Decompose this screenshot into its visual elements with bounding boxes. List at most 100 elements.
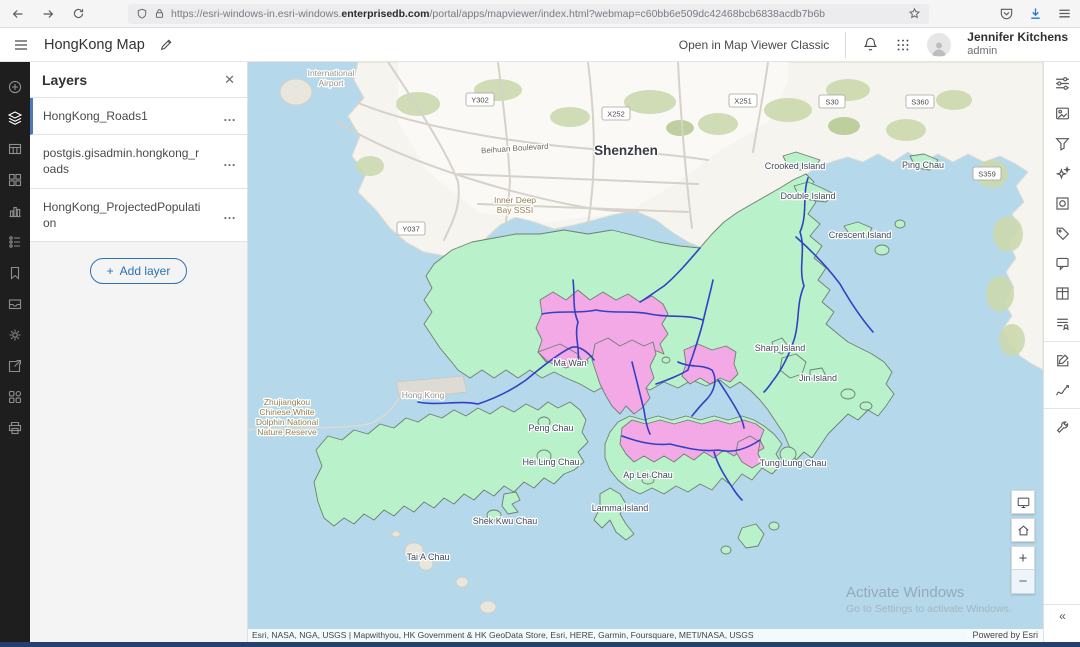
layers-panel: Layers ✕ HongKong_Roads1 … postgis.gisad…: [30, 62, 248, 642]
layer-options-icon[interactable]: …: [223, 154, 237, 169]
add-circle-icon[interactable]: [0, 71, 30, 102]
svg-text:Bay SSSI: Bay SSSI: [497, 205, 533, 215]
layer-row-projected-population[interactable]: HongKong_ProjectedPopulation …: [30, 189, 247, 242]
svg-text:Inner Deep: Inner Deep: [494, 195, 536, 205]
svg-text:Hei Ling Chau: Hei Ling Chau: [522, 457, 579, 467]
legend-icon[interactable]: [0, 226, 30, 257]
map-properties-gear-icon[interactable]: [0, 319, 30, 350]
tools-wrench-icon[interactable]: [1044, 412, 1080, 442]
svg-text:Peng Chau: Peng Chau: [528, 423, 573, 433]
browser-toolbar: https://esri-windows-in.esri-windows.ent…: [0, 0, 1080, 28]
forms-icon[interactable]: [1044, 308, 1080, 338]
svg-text:Crooked Island: Crooked Island: [765, 161, 826, 171]
settings-toolbar: «: [1043, 62, 1080, 642]
svg-text:Double Island: Double Island: [780, 191, 835, 201]
svg-text:Shenzhen: Shenzhen: [594, 143, 658, 158]
address-bar[interactable]: https://esri-windows-in.esri-windows.ent…: [128, 4, 929, 24]
layer-options-icon[interactable]: …: [223, 207, 237, 222]
presentation-icon[interactable]: [1011, 490, 1035, 514]
svg-text:Y037: Y037: [402, 225, 420, 234]
page-title: HongKong Map: [44, 37, 145, 53]
svg-text:Hong Kong: Hong Kong: [402, 390, 445, 400]
svg-text:Lamma Island: Lamma Island: [592, 503, 649, 513]
svg-text:X251: X251: [734, 97, 752, 106]
svg-text:Tung Lung Chau: Tung Lung Chau: [760, 458, 827, 468]
svg-text:International: International: [308, 68, 355, 78]
basemap-icon[interactable]: [0, 164, 30, 195]
map-controls: + −: [1011, 490, 1035, 594]
tables-icon[interactable]: [0, 133, 30, 164]
window-bottom-edge: [0, 642, 1080, 647]
svg-text:Y302: Y302: [471, 96, 489, 105]
svg-text:Shek Kwu Chau: Shek Kwu Chau: [473, 516, 538, 526]
layer-name: postgis.gisadmin.hongkong_roads: [43, 145, 203, 177]
tracking-shield-icon: [136, 8, 148, 20]
edit-icon[interactable]: [1044, 345, 1080, 375]
browser-menu-icon[interactable]: [1057, 6, 1072, 21]
svg-text:Ping Chau: Ping Chau: [902, 160, 944, 170]
svg-text:Ap Lei Chau: Ap Lei Chau: [623, 470, 673, 480]
open-classic-link[interactable]: Open in Map Viewer Classic: [679, 38, 830, 52]
zoom-out-button[interactable]: −: [1011, 570, 1035, 594]
properties-icon[interactable]: [1044, 68, 1080, 98]
map-canvas[interactable]: Y302 X252 X251 S30 S360 S359 Y037 Intern…: [248, 62, 1043, 642]
contents-toolbar: [0, 62, 30, 642]
app-menu-icon[interactable]: [12, 36, 30, 54]
add-layer-button[interactable]: + Add layer: [90, 258, 188, 284]
save-icon[interactable]: [0, 288, 30, 319]
filter-icon[interactable]: [1044, 128, 1080, 158]
layer-options-icon[interactable]: …: [223, 109, 237, 124]
svg-text:Sharp Island: Sharp Island: [755, 343, 806, 353]
fields-icon[interactable]: [1044, 278, 1080, 308]
layer-row-hongkong-roads1[interactable]: HongKong_Roads1 …: [30, 98, 247, 135]
back-icon[interactable]: [8, 4, 28, 24]
pocket-icon[interactable]: [999, 6, 1014, 21]
user-role: admin: [967, 45, 1068, 58]
bookmark-star-icon[interactable]: [908, 7, 921, 20]
collapse-toolbar-button[interactable]: «: [1044, 604, 1080, 626]
svg-text:Tai A Chau: Tai A Chau: [406, 552, 449, 562]
labels-icon[interactable]: [1044, 218, 1080, 248]
layer-name: HongKong_Roads1: [43, 108, 203, 124]
layers-panel-title: Layers: [42, 72, 87, 88]
svg-text:Dolphin National: Dolphin National: [256, 417, 318, 427]
svg-text:S359: S359: [978, 170, 996, 179]
print-icon[interactable]: [0, 412, 30, 443]
apps-icon[interactable]: [0, 381, 30, 412]
plus-icon: +: [107, 264, 114, 278]
map-svg: Y302 X252 X251 S30 S360 S359 Y037 Intern…: [248, 62, 1043, 642]
forward-icon[interactable]: [38, 4, 58, 24]
svg-text:Airport: Airport: [318, 78, 344, 88]
svg-text:Ma Wan: Ma Wan: [553, 358, 586, 368]
share-icon[interactable]: [0, 350, 30, 381]
home-icon[interactable]: [1011, 518, 1035, 542]
pop-ups-icon[interactable]: [1044, 248, 1080, 278]
reload-icon[interactable]: [68, 4, 88, 24]
avatar[interactable]: [927, 33, 951, 57]
svg-text:Nature Reserve: Nature Reserve: [257, 427, 317, 437]
styles-icon[interactable]: [1044, 98, 1080, 128]
layers-icon[interactable]: [0, 102, 30, 133]
attribution-bar: Esri, NASA, NGA, USGS | Mapwithyou, HK G…: [248, 629, 1043, 642]
app-launcher-icon[interactable]: [895, 37, 911, 53]
aggregation-icon[interactable]: [1044, 188, 1080, 218]
bookmarks-icon[interactable]: [0, 257, 30, 288]
measure-icon[interactable]: [1044, 375, 1080, 405]
effects-icon[interactable]: [1044, 158, 1080, 188]
edit-title-icon[interactable]: [159, 38, 173, 52]
powered-by-esri: Powered by Esri: [967, 629, 1043, 642]
lock-icon: [154, 8, 165, 19]
toolbar-divider: [1044, 408, 1080, 409]
svg-text:Crescent Island: Crescent Island: [829, 230, 892, 240]
header-divider: [845, 32, 846, 58]
download-icon[interactable]: [1028, 6, 1043, 21]
layer-name: HongKong_ProjectedPopulation: [43, 199, 203, 231]
url-text: https://esri-windows-in.esri-windows.ent…: [171, 8, 902, 20]
layer-row-postgis-roads[interactable]: postgis.gisadmin.hongkong_roads …: [30, 135, 247, 188]
zoom-in-button[interactable]: +: [1011, 546, 1035, 570]
charts-icon[interactable]: [0, 195, 30, 226]
notifications-bell-icon[interactable]: [862, 36, 879, 53]
user-name: Jennifer Kitchens: [967, 31, 1068, 45]
toolbar-divider: [1044, 341, 1080, 342]
close-icon[interactable]: ✕: [224, 72, 235, 88]
